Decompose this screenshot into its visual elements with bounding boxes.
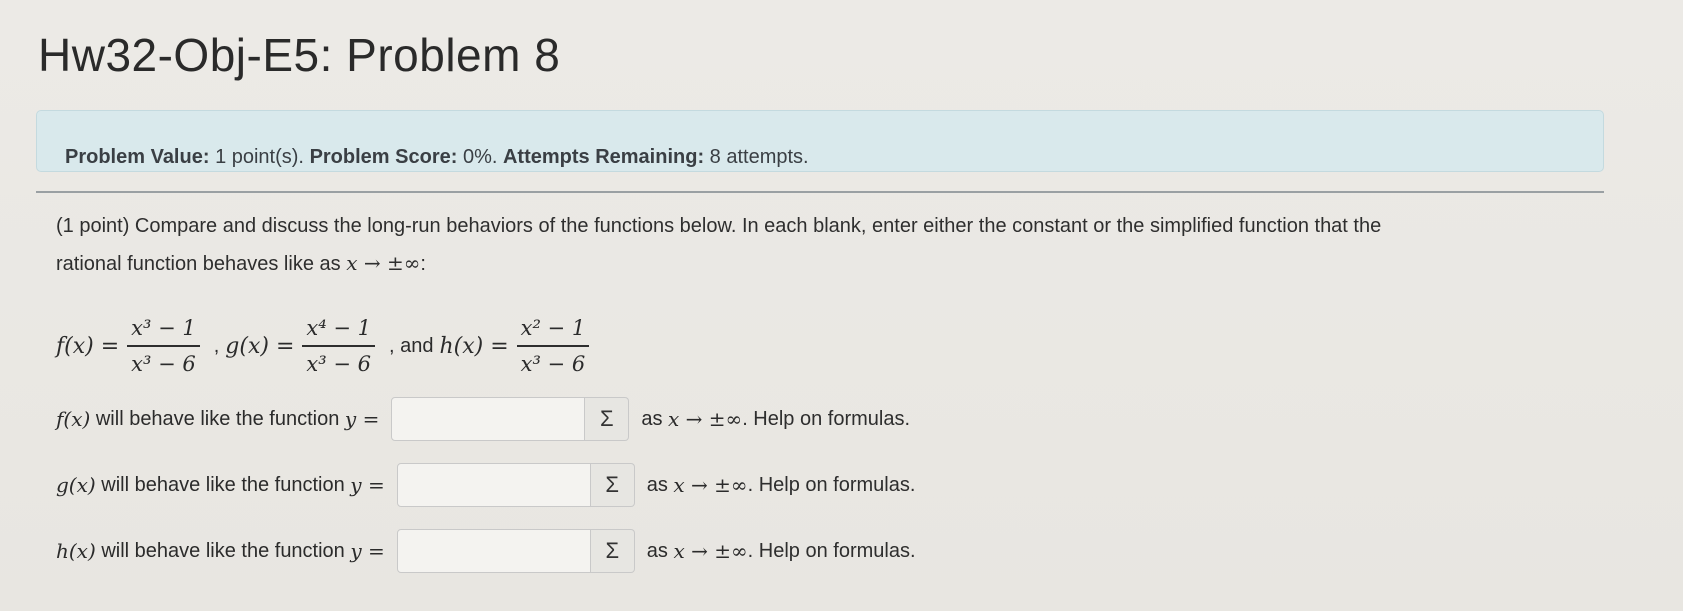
f-fraction: x³ − 1 x³ − 6: [127, 314, 200, 378]
problem-info-line: Problem Value: 1 point(s). Problem Score…: [65, 146, 809, 169]
problem-score-label: Problem Score:: [309, 146, 458, 168]
attempts-remaining-text: 8 attempts.: [709, 146, 809, 168]
sigma-icon: Σ: [605, 538, 620, 563]
answer-limit-math: x → ±∞: [673, 539, 748, 563]
g-denominator: x³ − 6: [306, 351, 371, 376]
answer-prompt-text: will behave like the function: [101, 539, 345, 562]
answer-field-group: Σ: [396, 463, 635, 507]
answer-func-label: f(x): [56, 407, 91, 431]
answer-y-equals: y =: [344, 407, 380, 431]
problem-value-text: 1 point(s).: [215, 146, 304, 168]
answer-field-group: Σ: [396, 529, 635, 573]
answer-field-group: Σ: [391, 397, 630, 441]
answer-input-f[interactable]: [391, 397, 586, 441]
prompt-line-1: (1 point) Compare and discuss the long-r…: [56, 215, 1382, 237]
separator-comma: ,: [213, 334, 220, 357]
page-title: Hw32-Obj-E5: Problem 8: [38, 29, 561, 81]
answer-y-equals: y =: [350, 539, 385, 563]
g-fraction: x⁴ − 1 x³ − 6: [302, 314, 375, 378]
answer-row-g: g(x) will behave like the function y = Σ…: [56, 461, 915, 509]
answer-row-h: h(x) will behave like the function y = Σ…: [56, 527, 916, 575]
prompt-line-2: rational function behaves like as x → ±∞…: [56, 245, 1596, 283]
answer-row-f: f(x) will behave like the function y = Σ…: [56, 395, 910, 443]
problem-info-box: Problem Value: 1 point(s). Problem Score…: [36, 110, 1604, 172]
prompt-colon: :: [420, 253, 426, 275]
f-denominator: x³ − 6: [131, 351, 196, 376]
answer-as-text: as: [641, 407, 663, 430]
problem-score-text: 0%.: [462, 146, 498, 168]
answer-func-label: h(x): [56, 539, 96, 563]
sigma-icon: Σ: [605, 472, 620, 497]
g-fraction-bar: [302, 345, 375, 347]
g-lhs: g(x) =: [225, 333, 295, 359]
function-definitions: f(x) = x³ − 1 x³ − 6 , g(x) = x⁴ − 1 x³ …: [56, 306, 597, 386]
answer-prompt-text: will behave like the function: [101, 473, 345, 496]
h-lhs: h(x) =: [439, 333, 509, 359]
answer-prompt-text: will behave like the function: [95, 407, 340, 430]
h-numerator: x² − 1: [520, 316, 586, 341]
answer-limit-math: x → ±∞: [673, 473, 748, 497]
formula-editor-button[interactable]: Σ: [590, 529, 635, 573]
sigma-icon: Σ: [600, 406, 614, 431]
f-fraction-bar: [127, 345, 200, 347]
help-on-formulas-link[interactable]: . Help on formulas.: [748, 540, 916, 563]
problem-prompt: (1 point) Compare and discuss the long-r…: [56, 208, 1596, 283]
prompt-line-2-text: rational function behaves like as: [56, 253, 347, 275]
h-fraction: x² − 1 x³ − 6: [516, 314, 590, 378]
help-on-formulas-link[interactable]: . Help on formulas.: [748, 474, 916, 497]
answer-input-g[interactable]: [396, 463, 591, 507]
h-denominator: x³ − 6: [520, 351, 586, 376]
answer-y-equals: y =: [350, 473, 385, 497]
h-fraction-bar: [516, 345, 590, 347]
help-on-formulas-link[interactable]: . Help on formulas.: [742, 408, 910, 431]
formula-editor-button[interactable]: Σ: [590, 463, 635, 507]
formula-editor-button[interactable]: Σ: [585, 397, 630, 441]
g-numerator: x⁴ − 1: [306, 316, 371, 341]
separator-and: , and: [388, 334, 434, 357]
f-numerator: x³ − 1: [131, 316, 196, 341]
answer-input-h[interactable]: [396, 529, 591, 573]
answer-func-label: g(x): [56, 473, 96, 497]
problem-value-label: Problem Value:: [65, 146, 210, 168]
answer-limit-math: x → ±∞: [668, 407, 743, 431]
attempts-remaining-label: Attempts Remaining:: [502, 146, 705, 168]
prompt-limit-math: x → ±∞: [346, 251, 421, 275]
answer-as-text: as: [646, 539, 668, 562]
answer-as-text: as: [646, 473, 668, 496]
f-lhs: f(x) =: [56, 333, 120, 359]
divider: [36, 191, 1604, 193]
